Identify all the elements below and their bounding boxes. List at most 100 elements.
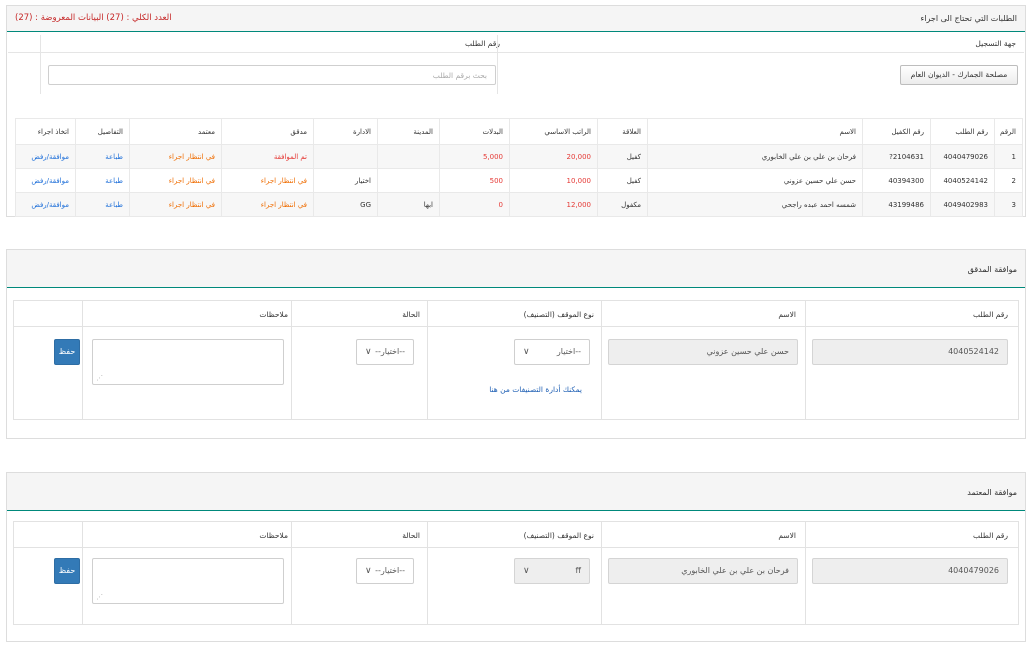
request-no-field: 4040524142 bbox=[812, 339, 1008, 365]
print-link[interactable]: طباعة bbox=[75, 168, 130, 193]
status-select[interactable]: --اختيار-- ∨ bbox=[356, 558, 414, 584]
filter-row: مصلحة الجمارك - الديوان العام bbox=[8, 56, 1024, 94]
chevron-down-icon: ∨ bbox=[523, 566, 530, 576]
notes-textarea[interactable]: ⋰ bbox=[92, 558, 284, 604]
job-type-header: نوع الموقف (التصنيف) bbox=[523, 310, 594, 319]
notes-header: ملاحظات bbox=[259, 531, 288, 540]
cell-num: 2 bbox=[994, 168, 1023, 193]
col-header: البدلات bbox=[439, 118, 510, 145]
col-header: مدقق bbox=[221, 118, 314, 145]
requests-panel-header: الطلبات التي تحتاج الى اجراء العدد الكلي… bbox=[7, 6, 1025, 32]
request-no-header: رقم الطلب bbox=[973, 310, 1008, 319]
col-header: التفاصيل bbox=[75, 118, 130, 145]
col-header: معتمد bbox=[129, 118, 222, 145]
auditor-form: رقم الطلب الاسم نوع الموقف (التصنيف) الح… bbox=[13, 300, 1019, 420]
job-type-value: --اختيار bbox=[556, 347, 581, 356]
column-divider bbox=[805, 522, 806, 624]
cell-approver-status: في انتظار اجراء bbox=[129, 192, 222, 217]
status-value: --اختيار-- bbox=[375, 566, 405, 575]
column-divider bbox=[291, 301, 292, 419]
cell-dept: GG bbox=[313, 192, 378, 217]
cell-auditor-status: تم الموافقة bbox=[221, 144, 314, 169]
approve-reject-link[interactable]: موافقة/رفض bbox=[15, 168, 76, 193]
col-header: رقم الكفيل bbox=[862, 118, 931, 145]
request-no-label: رقم الطلب bbox=[465, 39, 500, 48]
approve-reject-link[interactable]: موافقة/رفض bbox=[15, 144, 76, 169]
col-header: العلاقة bbox=[597, 118, 648, 145]
request-search-input[interactable] bbox=[48, 65, 496, 85]
approve-reject-link[interactable]: موافقة/رفض bbox=[15, 192, 76, 217]
cell-sponsor-no: 43199486 bbox=[862, 192, 931, 217]
entity-label: جهة التسجيل bbox=[975, 39, 1016, 48]
col-header: رقم الطلب bbox=[930, 118, 995, 145]
col-header: الادارة bbox=[313, 118, 378, 145]
resize-grip-icon: ⋰ bbox=[96, 374, 103, 382]
cell-approver-status: في انتظار اجراء bbox=[129, 168, 222, 193]
requests-panel-title: الطلبات التي تحتاج الى اجراء bbox=[920, 14, 1017, 23]
cell-num: 3 bbox=[994, 192, 1023, 217]
status-value: --اختيار-- bbox=[375, 347, 405, 356]
cell-allowance: 500 bbox=[439, 168, 510, 193]
approver-approval-header: موافقة المعتمد bbox=[7, 473, 1025, 511]
column-divider bbox=[82, 301, 83, 419]
cell-salary: 20,000 bbox=[509, 144, 598, 169]
cell-request-no: 4049402983 bbox=[930, 192, 995, 217]
col-header: الاسم bbox=[647, 118, 863, 145]
auditor-approval-header: موافقة المدقق bbox=[7, 250, 1025, 288]
approver-form: رقم الطلب الاسم نوع الموقف (التصنيف) الح… bbox=[13, 521, 1019, 625]
column-divider bbox=[427, 522, 428, 624]
column-divider bbox=[427, 301, 428, 419]
auditor-approval-title: موافقة المدقق bbox=[967, 265, 1017, 274]
cell-name: حسن علي حسين عزوني bbox=[647, 168, 863, 193]
approver-form-header: رقم الطلب الاسم نوع الموقف (التصنيف) الح… bbox=[14, 522, 1018, 548]
status-header: الحالة bbox=[402, 531, 420, 540]
job-type-header: نوع الموقف (التصنيف) bbox=[523, 531, 594, 540]
print-link[interactable]: طباعة bbox=[75, 192, 130, 217]
cell-city: ابها bbox=[377, 192, 440, 217]
manage-classifications-link[interactable]: يمكنك أدارة التصنيفات من هنا bbox=[489, 385, 582, 394]
table-header-row: الرقم رقم الطلب رقم الكفيل الاسم العلاقة… bbox=[15, 118, 1023, 145]
print-link[interactable]: طباعة bbox=[75, 144, 130, 169]
record-count: العدد الكلي : (27) البيانات المعروضة : (… bbox=[15, 13, 172, 23]
cell-request-no: 4040479026 bbox=[930, 144, 995, 169]
table-row[interactable]: 2 4040524142 40394300 حسن علي حسين عزوني… bbox=[15, 168, 1023, 193]
cell-name: فرحان بن علي بن علي الخابوري bbox=[647, 144, 863, 169]
cell-sponsor-no: 40394300 bbox=[862, 168, 931, 193]
save-button[interactable]: حفظ bbox=[54, 558, 80, 584]
column-divider bbox=[805, 301, 806, 419]
cell-relation: مكفول bbox=[597, 192, 648, 217]
job-type-select[interactable]: --اختيار ∨ bbox=[514, 339, 590, 365]
status-header: الحالة bbox=[402, 310, 420, 319]
approver-approval-panel: موافقة المعتمد رقم الطلب الاسم نوع الموق… bbox=[6, 472, 1026, 642]
col-header: المدينة bbox=[377, 118, 440, 145]
cell-salary: 12,000 bbox=[509, 192, 598, 217]
chevron-down-icon: ∨ bbox=[365, 566, 372, 576]
filter-header: جهة التسجيل رقم الطلب bbox=[8, 35, 1024, 53]
table-row[interactable]: 1 4040479026 2104631? فرحان بن علي بن عل… bbox=[15, 144, 1023, 169]
auditor-form-header: رقم الطلب الاسم نوع الموقف (التصنيف) الح… bbox=[14, 301, 1018, 327]
cell-dept bbox=[313, 144, 378, 169]
cell-city bbox=[377, 144, 440, 169]
status-select[interactable]: --اختيار-- ∨ bbox=[356, 339, 414, 365]
name-field: فرحان بن علي بن علي الخابوري bbox=[608, 558, 798, 584]
auditor-approval-panel: موافقة المدقق رقم الطلب الاسم نوع الموقف… bbox=[6, 249, 1026, 439]
entity-select-button[interactable]: مصلحة الجمارك - الديوان العام bbox=[900, 65, 1018, 85]
job-type-select[interactable]: ff ∨ bbox=[514, 558, 590, 584]
request-no-header: رقم الطلب bbox=[973, 531, 1008, 540]
requests-table: الرقم رقم الطلب رقم الكفيل الاسم العلاقة… bbox=[15, 118, 1023, 217]
column-divider bbox=[82, 522, 83, 624]
chevron-down-icon: ∨ bbox=[365, 347, 372, 357]
notes-header: ملاحظات bbox=[259, 310, 288, 319]
notes-textarea[interactable]: ⋰ bbox=[92, 339, 284, 385]
cell-name: شمسه احمد عبده راجحي bbox=[647, 192, 863, 217]
name-header: الاسم bbox=[778, 531, 796, 540]
job-type-value: ff bbox=[575, 566, 581, 575]
cell-relation: كفيل bbox=[597, 168, 648, 193]
column-divider bbox=[291, 522, 292, 624]
table-row[interactable]: 3 4049402983 43199486 شمسه احمد عبده راج… bbox=[15, 192, 1023, 217]
column-divider bbox=[601, 522, 602, 624]
name-header: الاسم bbox=[778, 310, 796, 319]
save-button[interactable]: حفظ bbox=[54, 339, 80, 365]
cell-request-no: 4040524142 bbox=[930, 168, 995, 193]
col-header: اتخاذ اجراء bbox=[15, 118, 76, 145]
